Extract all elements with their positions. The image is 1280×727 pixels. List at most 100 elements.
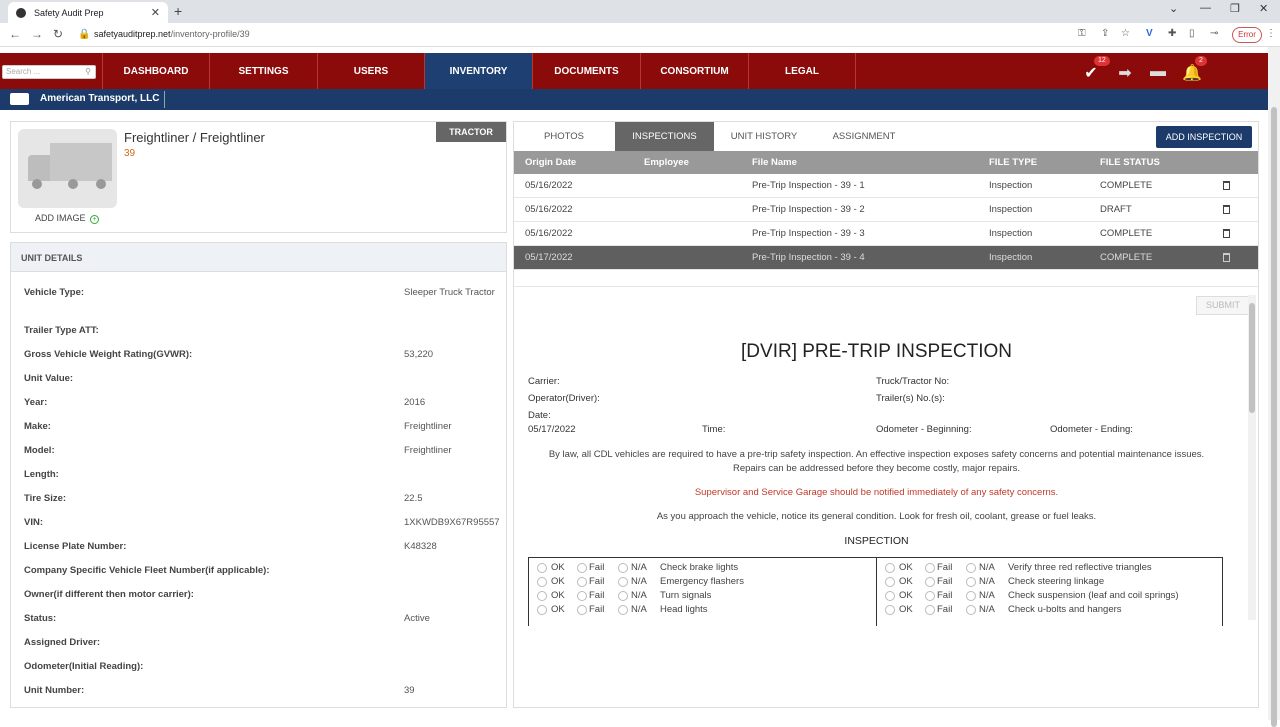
- company-name[interactable]: American Transport, LLC: [40, 93, 159, 104]
- close-tab-icon[interactable]: ✕: [151, 6, 160, 19]
- nav-users[interactable]: USERS: [317, 53, 424, 89]
- radio-fail[interactable]: [925, 563, 935, 573]
- page-scrollbar[interactable]: [1268, 47, 1280, 727]
- browser-tab[interactable]: Safety Audit Prep ✕: [8, 2, 168, 23]
- search-icon[interactable]: ⚲: [85, 66, 91, 78]
- nav-dashboard[interactable]: DASHBOARD: [102, 53, 209, 89]
- option-label: N/A: [979, 576, 995, 587]
- table-row[interactable]: 05/17/2022 Pre-Trip Inspection - 39 - 4 In…: [514, 246, 1258, 270]
- tab-search-icon[interactable]: ⌄: [1169, 2, 1178, 15]
- radio-ok[interactable]: [885, 591, 895, 601]
- trash-icon[interactable]: [1223, 253, 1230, 262]
- radio-na[interactable]: [618, 563, 628, 573]
- cell-file-name[interactable]: Pre-Trip Inspection - 39 - 3: [752, 222, 865, 246]
- media-icon[interactable]: ⊸: [1210, 28, 1218, 39]
- radio-na[interactable]: [966, 563, 976, 573]
- page-scrollbar-thumb[interactable]: [1271, 107, 1277, 727]
- submit-button[interactable]: SUBMIT: [1196, 296, 1250, 315]
- star-icon[interactable]: ☆: [1121, 28, 1130, 39]
- close-window-icon[interactable]: ✕: [1259, 2, 1268, 15]
- messages-icon[interactable]: ▬: [1148, 63, 1168, 81]
- tab-assignment[interactable]: ASSIGNMENT: [824, 122, 904, 151]
- minimize-icon[interactable]: —: [1200, 2, 1211, 14]
- extensions-icon[interactable]: ✚: [1168, 28, 1176, 39]
- trash-icon[interactable]: [1223, 181, 1230, 190]
- radio-ok[interactable]: [537, 577, 547, 587]
- radio-na[interactable]: [618, 605, 628, 615]
- search-input[interactable]: Search ... ⚲: [2, 65, 96, 79]
- radio-na[interactable]: [618, 577, 628, 587]
- maximize-icon[interactable]: ❐: [1230, 2, 1240, 15]
- detail-label: Model:: [24, 445, 55, 456]
- key-icon[interactable]: ⚿: [1078, 28, 1086, 39]
- radio-ok[interactable]: [885, 605, 895, 615]
- option-label: Fail: [589, 604, 605, 615]
- table-row[interactable]: 05/16/2022 Pre-Trip Inspection - 39 - 2 In…: [514, 198, 1258, 222]
- radio-fail[interactable]: [577, 577, 587, 587]
- share-icon[interactable]: ⇪: [1101, 28, 1109, 39]
- checklist-item: OK Fail N/A Check u-bolts and hangers: [877, 603, 1224, 617]
- wheel: [68, 179, 78, 189]
- option-label: OK: [899, 590, 913, 601]
- vimeo-extension-icon[interactable]: V: [1146, 28, 1153, 39]
- tab-unit-history[interactable]: UNIT HISTORY: [726, 122, 802, 151]
- col-employee[interactable]: Employee: [644, 151, 689, 174]
- menu-icon[interactable]: ⋮: [1266, 28, 1276, 39]
- cell-file-type: Inspection: [989, 228, 1033, 239]
- approach-paragraph: As you approach the vehicle, notice its …: [656, 511, 1097, 522]
- col-file-name[interactable]: File Name: [752, 151, 797, 174]
- error-badge[interactable]: Error: [1232, 27, 1262, 43]
- back-icon[interactable]: ←: [9, 27, 21, 41]
- radio-fail[interactable]: [577, 591, 587, 601]
- cell-file-name[interactable]: Pre-Trip Inspection - 39 - 1: [752, 174, 865, 198]
- cell-file-name[interactable]: Pre-Trip Inspection - 39 - 4: [752, 246, 865, 270]
- radio-ok[interactable]: [537, 563, 547, 573]
- new-tab-icon[interactable]: +: [174, 3, 182, 19]
- tab-inspections[interactable]: INSPECTIONS: [615, 122, 714, 151]
- radio-ok[interactable]: [537, 605, 547, 615]
- radio-fail[interactable]: [925, 605, 935, 615]
- cell-file-name[interactable]: Pre-Trip Inspection - 39 - 2: [752, 198, 865, 222]
- table-row[interactable]: 05/16/2022 Pre-Trip Inspection - 39 - 1 In…: [514, 174, 1258, 198]
- col-file-type[interactable]: FILE TYPE: [989, 151, 1037, 174]
- col-file-status[interactable]: FILE STATUS: [1100, 151, 1160, 174]
- reload-icon[interactable]: ↻: [53, 27, 63, 41]
- radio-na[interactable]: [618, 591, 628, 601]
- nav-legal[interactable]: LEGAL: [748, 53, 856, 89]
- nav-consortium[interactable]: CONSORTIUM: [640, 53, 748, 89]
- nav-documents[interactable]: DOCUMENTS: [532, 53, 640, 89]
- radio-ok[interactable]: [885, 563, 895, 573]
- radio-fail[interactable]: [577, 563, 587, 573]
- trash-icon[interactable]: [1223, 205, 1230, 214]
- nav-settings[interactable]: SETTINGS: [209, 53, 317, 89]
- date-value[interactable]: 05/17/2022: [528, 424, 576, 435]
- radio-fail[interactable]: [925, 591, 935, 601]
- truck-no-label: Truck/Tractor No:: [876, 376, 950, 387]
- checklist-item: OK Fail N/A Check steering linkage: [877, 575, 1224, 589]
- checklist-item-label: Check suspension (leaf and coil springs): [1008, 590, 1179, 601]
- trash-icon[interactable]: [1223, 229, 1230, 238]
- form-scrollbar-thumb[interactable]: [1249, 303, 1255, 413]
- transfer-icon[interactable]: ➡: [1115, 63, 1135, 82]
- forward-icon[interactable]: →: [31, 27, 43, 41]
- unit-photo[interactable]: [18, 129, 117, 208]
- radio-na[interactable]: [966, 605, 976, 615]
- radio-na[interactable]: [966, 591, 976, 601]
- sidebar-icon[interactable]: ▯: [1189, 28, 1195, 39]
- radio-na[interactable]: [966, 577, 976, 587]
- option-label: N/A: [979, 590, 995, 601]
- checklist-item-label: Verify three red reflective triangles: [1008, 562, 1152, 573]
- form-scrollbar[interactable]: [1248, 295, 1256, 620]
- tab-photos[interactable]: PHOTOS: [529, 122, 599, 151]
- nav-inventory[interactable]: INVENTORY: [424, 53, 532, 89]
- radio-ok[interactable]: [537, 591, 547, 601]
- add-image-button[interactable]: ADD IMAGE +: [35, 213, 100, 224]
- url-field[interactable]: safetyauditprep.net/inventory-profile/39: [94, 29, 250, 39]
- radio-fail[interactable]: [577, 605, 587, 615]
- add-inspection-button[interactable]: ADD INSPECTION: [1156, 126, 1252, 148]
- table-row[interactable]: 05/16/2022 Pre-Trip Inspection - 39 - 3 In…: [514, 222, 1258, 246]
- radio-fail[interactable]: [925, 577, 935, 587]
- radio-ok[interactable]: [885, 577, 895, 587]
- col-origin-date[interactable]: Origin Date: [525, 151, 576, 174]
- lock-icon[interactable]: 🔒: [78, 29, 90, 40]
